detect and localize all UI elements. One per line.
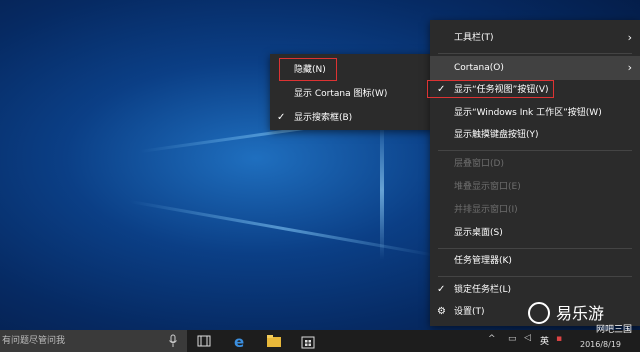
menu-item-label: 显示搜索框(B) bbox=[294, 113, 353, 123]
menu-item-show-cortana-icon[interactable]: 显示 Cortana 图标(W) bbox=[270, 82, 433, 106]
highlight-box bbox=[427, 80, 554, 98]
microphone-icon[interactable] bbox=[168, 334, 178, 348]
tray-flag-icon[interactable]: ▪ bbox=[556, 334, 562, 344]
watermark-brand: 易乐游 bbox=[556, 304, 605, 323]
task-view-icon[interactable] bbox=[196, 333, 212, 349]
ime-indicator[interactable]: 英 bbox=[540, 334, 549, 347]
menu-item-show-search-box[interactable]: ✓ 显示搜索框(B) bbox=[270, 106, 433, 130]
search-box[interactable]: 有问题尽管问我 bbox=[0, 330, 187, 352]
menu-item-touch-keyboard[interactable]: 显示触摸键盘按钮(Y) bbox=[430, 123, 640, 147]
menu-item-label: 显示“Windows Ink 工作区”按钮(W) bbox=[454, 108, 602, 118]
menu-item-label: 任务管理器(K) bbox=[454, 256, 512, 266]
menu-item-label: 显示 Cortana 图标(W) bbox=[294, 89, 388, 99]
watermark-logo bbox=[528, 302, 550, 324]
clock-date[interactable]: 2016/8/19 bbox=[580, 340, 621, 349]
menu-item-cascade: 层叠窗口(D) bbox=[430, 152, 640, 176]
taskbar: 有问题尽管问我 e ^ ▭ ◁ 英 ▪ 2016/8/19 bbox=[0, 330, 640, 352]
menu-item-side-by-side: 并排显示窗口(I) bbox=[430, 198, 640, 222]
gear-icon: ⚙ bbox=[437, 306, 446, 317]
file-explorer-icon[interactable] bbox=[266, 333, 282, 349]
svg-text:e: e bbox=[234, 333, 244, 349]
watermark-site: 网吧三国 bbox=[596, 325, 633, 335]
edge-icon[interactable]: e bbox=[232, 333, 248, 349]
wallpaper-beam bbox=[129, 200, 436, 257]
menu-item-label: 设置(T) bbox=[454, 307, 485, 317]
cortana-submenu: 隐藏(N) 显示 Cortana 图标(W) ✓ 显示搜索框(B) bbox=[270, 54, 433, 130]
menu-item-lock-taskbar[interactable]: ✓ 锁定任务栏(L) bbox=[430, 278, 640, 302]
tray-up-icon[interactable]: ^ bbox=[488, 334, 496, 344]
network-icon[interactable]: ▭ bbox=[508, 334, 517, 344]
wallpaper-beam bbox=[380, 120, 384, 260]
chevron-right-icon: › bbox=[627, 31, 632, 44]
menu-item-label: 显示触摸键盘按钮(Y) bbox=[454, 130, 539, 140]
menu-item-label: 堆叠显示窗口(E) bbox=[454, 182, 521, 192]
menu-separator bbox=[438, 53, 632, 54]
menu-item-label: 锁定任务栏(L) bbox=[454, 285, 512, 295]
menu-item-label: 显示桌面(S) bbox=[454, 228, 503, 238]
menu-item-cortana[interactable]: Cortana(O) › bbox=[430, 56, 640, 80]
menu-item-task-manager[interactable]: 任务管理器(K) bbox=[430, 249, 640, 273]
menu-item-label: 工具栏(T) bbox=[454, 33, 494, 43]
search-placeholder: 有问题尽管问我 bbox=[2, 336, 66, 346]
menu-item-label: 并排显示窗口(I) bbox=[454, 205, 518, 215]
checkmark-icon: ✓ bbox=[277, 112, 286, 123]
menu-separator bbox=[438, 150, 632, 151]
chevron-right-icon: › bbox=[627, 61, 632, 74]
checkmark-icon: ✓ bbox=[437, 284, 446, 295]
menu-item-show-desktop[interactable]: 显示桌面(S) bbox=[430, 221, 640, 245]
menu-item-windows-ink[interactable]: 显示“Windows Ink 工作区”按钮(W) bbox=[430, 101, 640, 125]
menu-separator bbox=[438, 276, 632, 277]
taskbar-context-menu: 工具栏(T) › Cortana(O) › ✓ 显示“任务视图”按钮(V) 显示… bbox=[427, 20, 640, 326]
highlight-box bbox=[279, 58, 337, 81]
menu-item-label: Cortana(O) bbox=[454, 63, 504, 73]
store-icon[interactable] bbox=[300, 333, 316, 349]
menu-item-toolbars[interactable]: 工具栏(T) › bbox=[430, 26, 640, 50]
volume-icon[interactable]: ◁ bbox=[524, 333, 531, 343]
menu-item-stack: 堆叠显示窗口(E) bbox=[430, 175, 640, 199]
menu-item-label: 层叠窗口(D) bbox=[454, 159, 504, 169]
